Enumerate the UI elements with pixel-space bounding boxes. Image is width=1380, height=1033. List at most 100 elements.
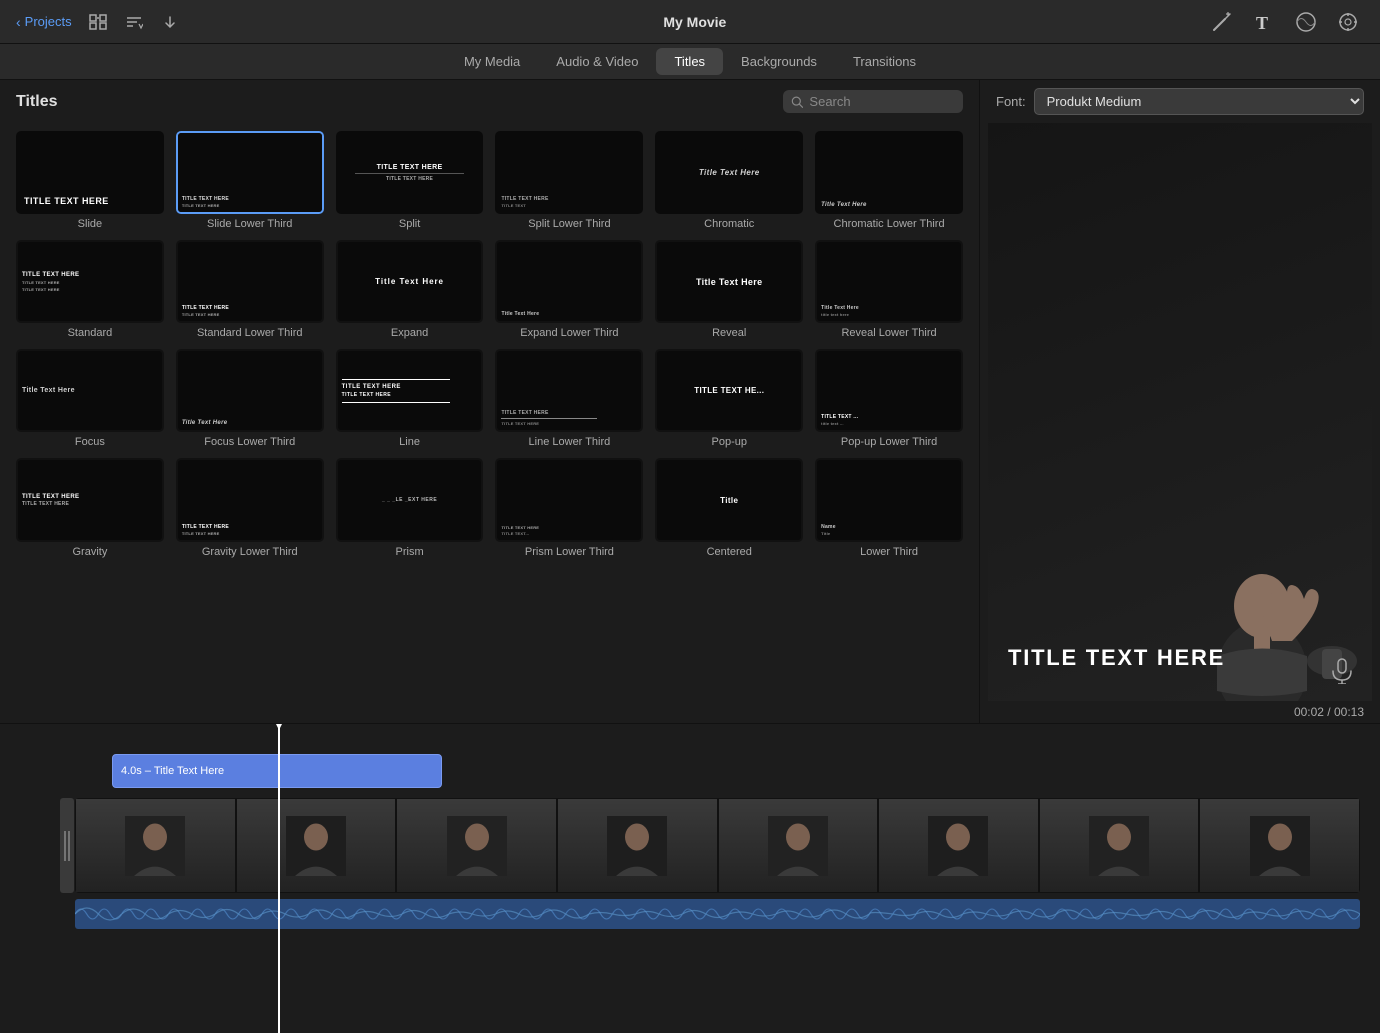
title-label-expand-lower-third: Expand Lower Third [520, 327, 618, 339]
title-item-line-lower-third[interactable]: TITLE TEXT HERE TITLE TEXT HERE Line Low… [495, 349, 643, 448]
title-label-standard: Standard [68, 327, 113, 339]
down-arrow-icon[interactable] [156, 8, 184, 36]
panel-header: Titles [0, 80, 979, 123]
title-item-expand[interactable]: Title Text Here Expand [336, 240, 484, 339]
back-button[interactable]: ‹ Projects [16, 14, 72, 30]
title-item-gravity-lower-third[interactable]: TITLE TEXT HERE TITLE TEXT HERE Gravity … [176, 458, 324, 557]
title-label-chromatic: Chromatic [704, 218, 754, 230]
chevron-left-icon: ‹ [16, 14, 21, 30]
title-label-centered: Centered [707, 546, 752, 558]
title-label-prism-lower-third: Prism Lower Third [525, 546, 614, 558]
audio-track [75, 899, 1360, 929]
title-item-standard[interactable]: TITLE TEXT HERE TITLE TEXT HERE TITLE TE… [16, 240, 164, 339]
title-item-focus[interactable]: Title Text Here Focus [16, 349, 164, 448]
grid-view-icon[interactable] [84, 8, 112, 36]
video-frame-3 [396, 798, 557, 893]
title-clip[interactable]: 4.0s – Title Text Here [112, 754, 442, 788]
video-frame-7 [1039, 798, 1200, 893]
top-bar: ‹ Projects [0, 0, 1380, 44]
timecode: 00:02 / 00:13 [980, 701, 1380, 723]
title-label-split: Split [399, 218, 420, 230]
title-item-slide-lower-third[interactable]: TITLE TEXT HERE TITLE TEXT HERE Slide Lo… [176, 131, 324, 230]
search-box[interactable] [783, 90, 963, 113]
tab-titles[interactable]: Titles [656, 48, 723, 75]
title-item-prism-lower-third[interactable]: TITLE TEXT HERE TITLE TEXT... Prism Lowe… [495, 458, 643, 557]
font-bar: Font: Produkt Medium Helvetica Neue Aria… [980, 80, 1380, 123]
main-content: Titles TITLE TEXT HERE Slide [0, 80, 1380, 723]
video-frame-5 [718, 798, 879, 893]
title-item-prism[interactable]: _ _ _LE _EXT HERE Prism [336, 458, 484, 557]
title-item-standard-lower-third[interactable]: TITLE TEXT HERE TITLE TEXT HERE Standard… [176, 240, 324, 339]
titles-panel: Titles TITLE TEXT HERE Slide [0, 80, 980, 723]
title-label-slide: Slide [78, 218, 102, 230]
title-item-split-lower-third[interactable]: TITLE TEXT HERE TITLE TEXT Split Lower T… [495, 131, 643, 230]
bottom-section: 4.0s – Title Text Here [0, 723, 1380, 1033]
video-frame-4 [557, 798, 718, 893]
video-frame-6 [878, 798, 1039, 893]
svg-text:T: T [1256, 13, 1268, 33]
title-label-line: Line [399, 436, 420, 448]
title-item-reveal[interactable]: Title Text Here Reveal [655, 240, 803, 339]
title-label-reveal: Reveal [712, 327, 746, 339]
video-frame-8 [1199, 798, 1360, 893]
title-item-gravity[interactable]: TITLE TEXT HERE TITLE TEXT HERE Gravity [16, 458, 164, 557]
audio-waveform [75, 899, 1360, 929]
preview-title-text: TITLE TEXT HERE [1008, 645, 1225, 670]
title-label-gravity-lower-third: Gravity Lower Third [202, 546, 298, 558]
wand-icon[interactable] [1206, 6, 1238, 38]
title-label-prism: Prism [396, 546, 424, 558]
preview-area: TITLE TEXT HERE [988, 123, 1372, 701]
title-item-expand-lower-third[interactable]: Title Text Here Expand Lower Third [495, 240, 643, 339]
title-item-chromatic-lower-third[interactable]: Title Text Here Chromatic Lower Third [815, 131, 963, 230]
title-label-chromatic-lower-third: Chromatic Lower Third [834, 218, 945, 230]
top-bar-icons [84, 8, 184, 36]
title-label-expand: Expand [391, 327, 428, 339]
sort-icon[interactable] [120, 8, 148, 36]
top-bar-left: ‹ Projects [16, 8, 184, 36]
title-item-chromatic[interactable]: Title Text Here Chromatic [655, 131, 803, 230]
settings-icon[interactable] [1332, 6, 1364, 38]
search-input[interactable] [809, 94, 955, 109]
tab-backgrounds[interactable]: Backgrounds [723, 48, 835, 75]
font-label: Font: [996, 94, 1026, 109]
title-label-focus-lower-third: Focus Lower Third [204, 436, 295, 448]
title-label-line-lower-third: Line Lower Third [529, 436, 611, 448]
preview-title-overlay: TITLE TEXT HERE [1008, 645, 1225, 671]
title-item-focus-lower-third[interactable]: Title Text Here Focus Lower Third [176, 349, 324, 448]
title-label-lower-third: Lower Third [860, 546, 918, 558]
scroll-nub[interactable] [60, 798, 74, 893]
microphone-button[interactable] [1324, 653, 1360, 689]
tab-my-media[interactable]: My Media [446, 48, 538, 75]
search-icon [791, 95, 803, 109]
title-clip-label: 4.0s – Title Text Here [121, 765, 224, 777]
preview-video: TITLE TEXT HERE [988, 123, 1372, 701]
title-label-gravity: Gravity [72, 546, 107, 558]
title-label-popup-lower-third: Pop-up Lower Third [841, 436, 937, 448]
title-label-focus: Focus [75, 436, 105, 448]
title-item-reveal-lower-third[interactable]: Title Text Here title text here Reveal L… [815, 240, 963, 339]
title-item-line[interactable]: TITLE TEXT HERE TITLE TEXT HERE Line [336, 349, 484, 448]
panel-title: Titles [16, 93, 58, 111]
title-item-popup[interactable]: TITLE TEXT HE... Pop-up [655, 349, 803, 448]
top-bar-right: T [1206, 6, 1364, 38]
titles-grid: TITLE TEXT HERE Slide TITLE TEXT HERE TI… [0, 123, 979, 723]
title-item-centered[interactable]: Title Centered [655, 458, 803, 557]
tab-transitions[interactable]: Transitions [835, 48, 934, 75]
color-icon[interactable] [1290, 6, 1322, 38]
title-item-split[interactable]: TITLE TEXT HERE TITLE TEXT HERE Split [336, 131, 484, 230]
title-label-slide-lower-third: Slide Lower Third [207, 218, 292, 230]
video-frame-1 [75, 798, 236, 893]
playhead[interactable] [278, 724, 280, 1033]
video-frame-2 [236, 798, 397, 893]
text-icon[interactable]: T [1248, 6, 1280, 38]
title-label-popup: Pop-up [712, 436, 747, 448]
title-item-popup-lower-third[interactable]: TITLE TEXT ... title text ... Pop-up Low… [815, 349, 963, 448]
tab-audio-video[interactable]: Audio & Video [538, 48, 656, 75]
title-label-split-lower-third: Split Lower Third [528, 218, 610, 230]
timeline-area: 4.0s – Title Text Here [0, 724, 1380, 1033]
title-item-lower-third[interactable]: Name Title Lower Third [815, 458, 963, 557]
back-label: Projects [25, 14, 72, 29]
title-label-reveal-lower-third: Reveal Lower Third [841, 327, 936, 339]
title-item-slide[interactable]: TITLE TEXT HERE Slide [16, 131, 164, 230]
font-select[interactable]: Produkt Medium Helvetica Neue Arial Time… [1034, 88, 1364, 115]
